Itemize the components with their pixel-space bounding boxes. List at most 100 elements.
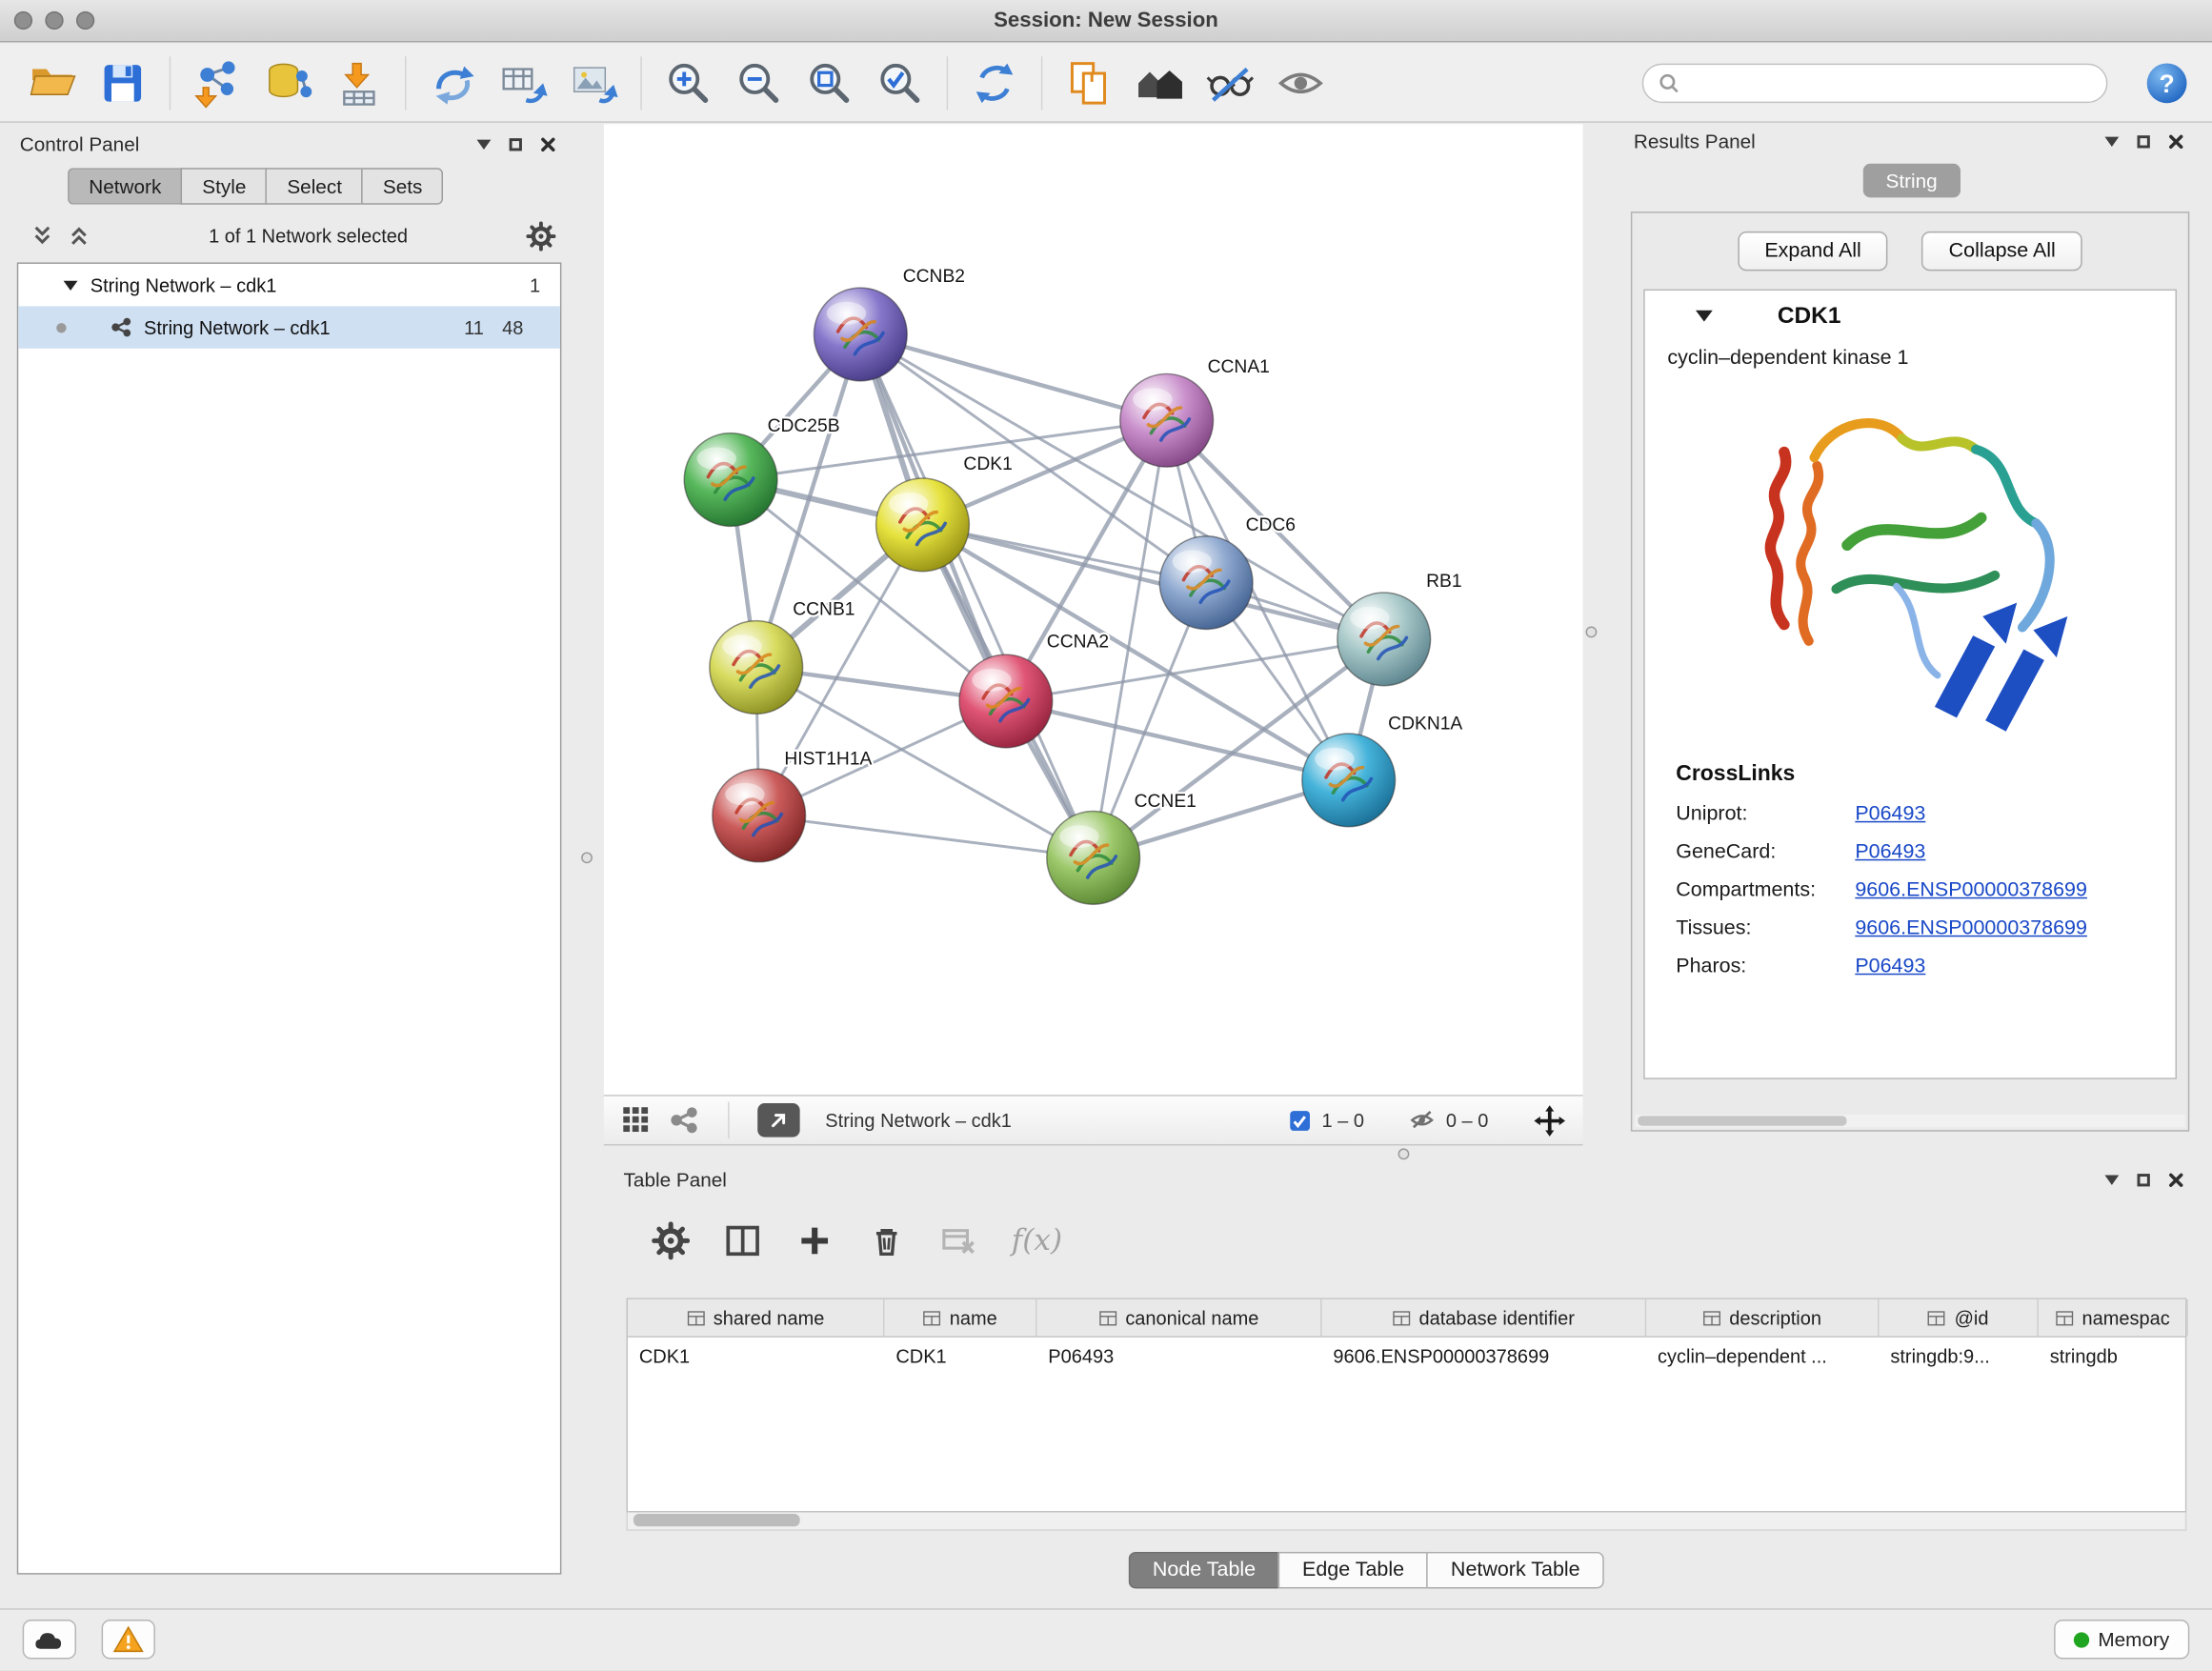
zoom-out-button[interactable] xyxy=(727,50,792,115)
search-input[interactable] xyxy=(1689,71,2093,95)
tab-style[interactable]: Style xyxy=(181,168,266,205)
collapse-caret-icon[interactable] xyxy=(64,280,78,290)
node-CCNB1[interactable]: CCNB1 xyxy=(710,600,855,715)
share-network-icon[interactable] xyxy=(669,1105,700,1137)
right-splitter-handle[interactable] xyxy=(1585,627,1597,638)
memory-button[interactable]: Memory xyxy=(2054,1620,2189,1659)
left-splitter-handle[interactable] xyxy=(581,852,593,863)
panel-float-icon[interactable] xyxy=(2138,1173,2150,1185)
tab-network-table[interactable]: Network Table xyxy=(1427,1552,1604,1589)
crosslink-value-link[interactable]: P06493 xyxy=(1855,841,1925,864)
column-header--id[interactable]: @id xyxy=(1880,1299,2039,1337)
crosslink-value-link[interactable]: P06493 xyxy=(1855,803,1925,826)
selected-checkbox-icon[interactable] xyxy=(1289,1110,1310,1131)
collapse-all-button[interactable]: Collapse All xyxy=(1921,232,2081,271)
panel-menu-icon[interactable] xyxy=(2104,1175,2119,1184)
window-title: Session: New Session xyxy=(0,0,2212,42)
bottom-splitter-handle[interactable] xyxy=(1398,1148,1410,1159)
crosslink-value-link[interactable]: 9606.ENSP00000378699 xyxy=(1855,879,2087,902)
import-network-file-button[interactable] xyxy=(185,50,250,115)
results-scrollbar[interactable] xyxy=(1635,1115,2185,1127)
edge-HIST1H1A-CCNE1[interactable] xyxy=(759,815,1094,857)
network-row-selected[interactable]: String Network – cdk1 1148 xyxy=(18,306,560,348)
save-session-button[interactable] xyxy=(90,50,155,115)
open-in-new-window-button[interactable] xyxy=(757,1103,799,1137)
tab-select[interactable]: Select xyxy=(266,168,362,205)
panel-close-icon[interactable] xyxy=(2168,1172,2183,1187)
network-canvas[interactable]: CCNB2CCNA1CDC25BCDK1CDC6RB1CCNB1CCNA2CDK… xyxy=(604,124,1583,1095)
node-CDKN1A[interactable]: CDKN1A xyxy=(1302,715,1463,827)
move-crosshair-icon[interactable] xyxy=(1534,1104,1566,1137)
expand-all-button[interactable]: Expand All xyxy=(1738,232,1888,271)
import-network-database-button[interactable] xyxy=(255,50,320,115)
minimize-window-button[interactable] xyxy=(45,11,63,30)
table-row[interactable]: CDK1CDK1P064939606.ENSP00000378699cyclin… xyxy=(628,1338,2185,1375)
cloud-button[interactable] xyxy=(23,1620,76,1659)
column-header-database-identifier[interactable]: database identifier xyxy=(1322,1299,1647,1337)
export-image-button[interactable] xyxy=(561,50,626,115)
tab-node-table[interactable]: Node Table xyxy=(1129,1552,1278,1589)
homes-button[interactable] xyxy=(1127,50,1192,115)
node-RB1[interactable]: RB1 xyxy=(1337,572,1462,686)
panel-float-icon[interactable] xyxy=(510,137,522,150)
tab-string[interactable]: String xyxy=(1863,164,1961,198)
network-collection-row[interactable]: String Network – cdk1 1 xyxy=(18,264,560,306)
search-icon xyxy=(1658,72,1680,95)
column-header-description[interactable]: description xyxy=(1646,1299,1879,1337)
column-header-name[interactable]: name xyxy=(885,1299,1037,1337)
open-session-button[interactable] xyxy=(20,50,85,115)
collapse-all-icon[interactable] xyxy=(31,224,54,247)
column-header-shared-name[interactable]: shared name xyxy=(628,1299,885,1337)
network-arrows-icon xyxy=(428,57,478,108)
tab-sets[interactable]: Sets xyxy=(362,168,444,205)
zoom-fit-button[interactable] xyxy=(797,50,862,115)
panel-menu-icon[interactable] xyxy=(2104,136,2119,146)
refresh-layout-button[interactable] xyxy=(962,50,1027,115)
zoom-in-button[interactable] xyxy=(656,50,721,115)
tab-network[interactable]: Network xyxy=(68,168,181,205)
zoom-selected-button[interactable] xyxy=(868,50,933,115)
node-CDK1[interactable]: CDK1 xyxy=(876,454,1013,572)
expand-all-icon[interactable] xyxy=(68,224,90,247)
help-button[interactable]: ? xyxy=(2144,61,2189,106)
crosslink-value-link[interactable]: 9606.ENSP00000378699 xyxy=(1855,917,2087,940)
show-columns-icon[interactable] xyxy=(724,1221,762,1259)
edge-CCNB2-CCNE1[interactable] xyxy=(860,334,1093,857)
node-CCNB2[interactable]: CCNB2 xyxy=(814,267,965,381)
birdseye-grid-icon[interactable] xyxy=(621,1105,653,1137)
edge-CCNA2-CDKN1A[interactable] xyxy=(1006,701,1349,780)
node-CCNA1[interactable]: CCNA1 xyxy=(1120,357,1270,467)
panel-close-icon[interactable] xyxy=(2168,133,2183,149)
panel-close-icon[interactable] xyxy=(540,136,555,151)
copy-document-button[interactable] xyxy=(1056,50,1121,115)
hidden-eye-slash-icon[interactable] xyxy=(1409,1107,1435,1133)
column-header-canonical-name[interactable]: canonical name xyxy=(1036,1299,1321,1337)
network-graph[interactable]: CCNB2CCNA1CDC25BCDK1CDC6RB1CCNB1CCNA2CDK… xyxy=(604,124,1583,1095)
edge-CDK1-RB1[interactable] xyxy=(922,525,1383,639)
toggle-graphics-details-button[interactable] xyxy=(1197,50,1262,115)
delete-column-trash-icon[interactable] xyxy=(868,1221,906,1259)
export-table-button[interactable] xyxy=(491,50,555,115)
add-column-plus-icon[interactable] xyxy=(795,1221,834,1259)
close-window-button[interactable] xyxy=(14,11,32,30)
column-type-icon xyxy=(1702,1309,1720,1327)
table-settings-gear-icon[interactable] xyxy=(652,1221,690,1259)
show-eye-button[interactable] xyxy=(1268,50,1333,115)
tab-edge-table[interactable]: Edge Table xyxy=(1278,1552,1427,1589)
section-collapse-caret-icon[interactable] xyxy=(1696,311,1713,322)
maximize-window-button[interactable] xyxy=(76,11,94,30)
warnings-button[interactable] xyxy=(102,1620,155,1659)
gear-icon[interactable] xyxy=(526,221,555,251)
import-table-button[interactable] xyxy=(326,50,391,115)
table-horizontal-scrollbar[interactable] xyxy=(627,1512,2187,1530)
clone-network-button[interactable] xyxy=(420,50,485,115)
column-type-icon xyxy=(687,1309,705,1327)
crosslink-value-link[interactable]: P06493 xyxy=(1855,956,1925,978)
crosslink-row: Uniprot:P06493 xyxy=(1676,803,2175,826)
edge-CCNB2-CCNA1[interactable] xyxy=(860,334,1166,420)
node-HIST1H1A[interactable]: HIST1H1A xyxy=(713,750,873,862)
panel-menu-icon[interactable] xyxy=(477,139,492,149)
column-header-namespac[interactable]: namespac xyxy=(2039,1299,2188,1337)
protein-structure-image xyxy=(1727,381,2094,751)
panel-float-icon[interactable] xyxy=(2138,134,2150,147)
